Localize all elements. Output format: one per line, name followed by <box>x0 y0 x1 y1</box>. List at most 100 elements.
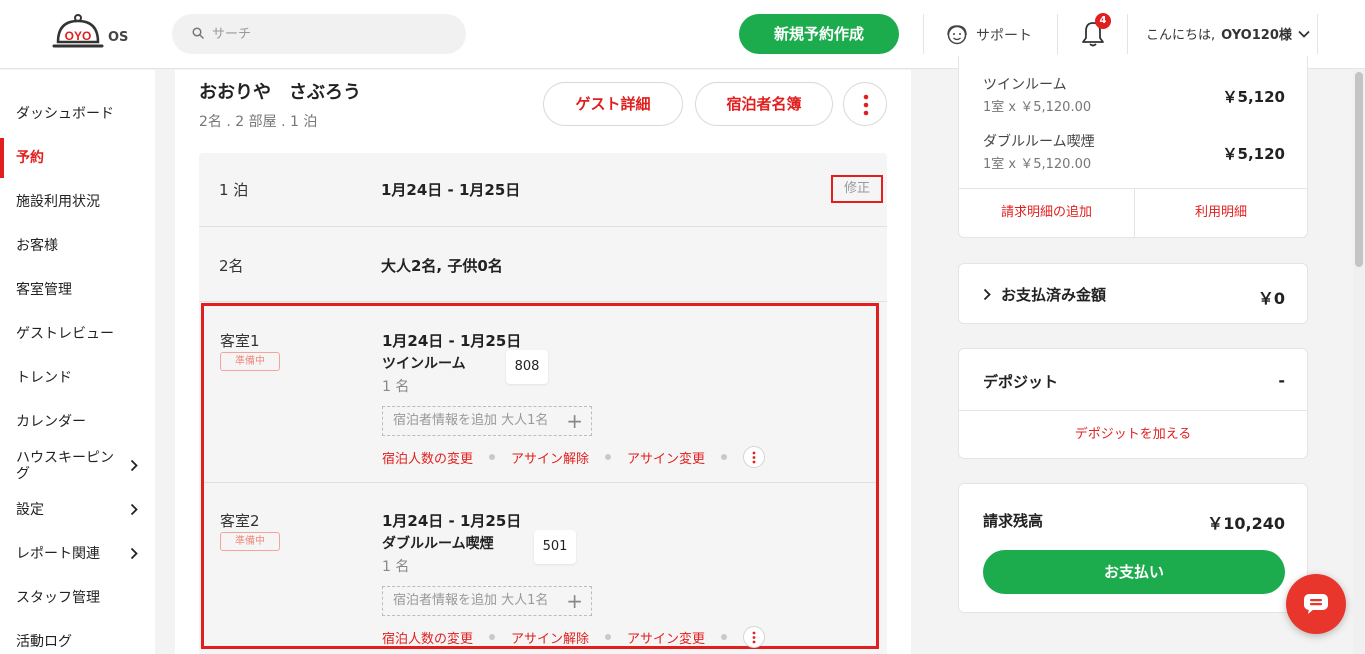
sidebar: ダッシュボード 予約 施設利用状況 お客様 客室管理 ゲストレビュー トレンド … <box>0 70 155 654</box>
sidebar-item-label: ゲストレビュー <box>16 326 114 342</box>
room-label: 客室2 <box>220 512 260 530</box>
room-more-button[interactable] <box>743 446 766 468</box>
charges-card: ツインルーム 1室 x ￥5,120.00 ￥5,120 ダブルルーム喫煙 1室… <box>958 56 1308 238</box>
unassign-link[interactable]: アサイン解除 <box>511 448 589 467</box>
change-guest-count-link[interactable]: 宿泊人数の変更 <box>382 628 473 647</box>
chevron-right-icon <box>130 459 138 472</box>
booking-panel: 1 泊 1月24日 - 1月25日 修正 2名 大人2名, 子供0名 客室1 準… <box>199 153 887 654</box>
sidebar-item-customers[interactable]: お客様 <box>0 224 155 268</box>
room-number[interactable]: 808 <box>506 350 548 384</box>
guest-detail-button[interactable]: ゲスト詳細 <box>543 82 683 126</box>
guest-name: おおりや さぶろう <box>199 82 361 103</box>
sidebar-item-staff[interactable]: スタッフ管理 <box>0 576 155 620</box>
unassign-link[interactable]: アサイン解除 <box>511 628 589 647</box>
search-input[interactable] <box>212 14 452 54</box>
pay-button[interactable]: お支払い <box>983 550 1285 594</box>
sidebar-item-label: 予約 <box>16 150 44 166</box>
room-label: 客室1 <box>220 332 260 350</box>
edit-dates-button[interactable]: 修正 <box>831 175 883 203</box>
reassign-link[interactable]: アサイン変更 <box>627 628 705 647</box>
support-link[interactable]: サポート <box>946 22 1032 48</box>
charge-name: ダブルルーム喫煙 <box>983 134 1095 150</box>
nights-label: 1 泊 <box>219 181 249 199</box>
sidebar-item-settings[interactable]: 設定 <box>0 488 155 532</box>
sidebar-item-label: 施設利用状況 <box>16 194 100 210</box>
support-face-icon <box>947 25 967 45</box>
room-more-button[interactable] <box>743 626 766 648</box>
oyo-os-logo[interactable]: OYO OS <box>52 12 132 58</box>
sidebar-item-label: カレンダー <box>16 414 86 430</box>
notification-badge: 4 <box>1095 13 1111 29</box>
deposit-value: - <box>1278 371 1285 390</box>
room-type: ツインルーム <box>382 356 466 372</box>
sidebar-item-label: 客室管理 <box>16 282 72 298</box>
room-dates: 1月24日 - 1月25日 <box>382 512 522 530</box>
room-dates: 1月24日 - 1月25日 <box>382 332 522 350</box>
paid-label: お支払済み金額 <box>1001 286 1107 304</box>
reassign-link[interactable]: アサイン変更 <box>627 448 705 467</box>
balance-card: 請求残高 ￥10,240 お支払い <box>958 483 1308 613</box>
add-charge-link[interactable]: 請求明細の追加 <box>959 189 1134 237</box>
guest-register-button[interactable]: 宿泊者名簿 <box>695 82 833 126</box>
greeting-text: こんにちは, <box>1146 28 1216 43</box>
paid-amount: ￥0 <box>1257 289 1285 308</box>
sidebar-item-label: ハウスキーピング <box>16 450 114 482</box>
separator-dot <box>721 454 728 460</box>
scrollbar-thumb[interactable] <box>1355 72 1363 267</box>
usage-details-link[interactable]: 利用明細 <box>1135 189 1307 237</box>
sidebar-item-occupancy[interactable]: 施設利用状況 <box>0 180 155 224</box>
header-divider <box>1317 14 1318 54</box>
balance-amount: ￥10,240 <box>1207 514 1285 533</box>
room-type: ダブルルーム喫煙 <box>382 536 494 552</box>
paid-amount-toggle[interactable]: お支払済み金額 <box>983 284 1106 305</box>
new-booking-button[interactable]: 新規予約作成 <box>739 14 899 54</box>
sidebar-item-rooms[interactable]: 客室管理 <box>0 268 155 312</box>
deposit-label: デポジット <box>983 373 1059 391</box>
add-guest-info-button[interactable]: 宿泊者情報を追加 大人1名 + <box>382 586 592 616</box>
add-deposit-link[interactable]: デポジットを加える <box>959 411 1307 459</box>
sidebar-item-activity-log[interactable]: 活動ログ <box>0 620 155 654</box>
add-guest-info-button[interactable]: 宿泊者情報を追加 大人1名 + <box>382 406 592 436</box>
room-actions: 宿泊人数の変更 アサイン解除 アサイン変更 <box>382 446 766 468</box>
sidebar-item-label: ダッシュボード <box>16 106 114 122</box>
chat-bubble-icon <box>1304 594 1328 614</box>
guest-breakdown: 大人2名, 子供0名 <box>381 257 503 275</box>
scrollbar[interactable] <box>1353 70 1365 654</box>
sidebar-item-housekeeping[interactable]: ハウスキーピング <box>0 444 155 488</box>
notifications-button[interactable]: 4 <box>1081 13 1111 48</box>
sidebar-item-reports[interactable]: レポート関連 <box>0 532 155 576</box>
paid-amount-card[interactable]: お支払済み金額 ￥0 <box>958 263 1308 324</box>
user-menu[interactable]: こんにちは, OYO120様 <box>1146 24 1310 43</box>
status-badge: 準備中 <box>220 532 280 551</box>
charge-amount: ￥5,120 <box>1222 145 1285 163</box>
chat-button[interactable] <box>1286 574 1346 634</box>
sidebar-item-trends[interactable]: トレンド <box>0 356 155 400</box>
change-guest-count-link[interactable]: 宿泊人数の変更 <box>382 448 473 467</box>
deposit-card: デポジット - デポジットを加える <box>958 348 1308 459</box>
chevron-right-icon <box>983 288 991 301</box>
more-options-button[interactable] <box>843 82 887 126</box>
sidebar-item-dashboard[interactable]: ダッシュボード <box>0 92 155 136</box>
kebab-menu-icon <box>752 631 756 644</box>
kebab-menu-icon <box>863 94 869 116</box>
booking-summary: 2名 . 2 部屋 . 1 泊 <box>199 114 318 130</box>
room-number[interactable]: 501 <box>534 530 576 564</box>
header-divider <box>923 14 924 54</box>
balance-label: 請求残高 <box>983 512 1044 530</box>
room-occupancy: 1 名 <box>382 379 410 395</box>
separator-dot <box>605 454 612 460</box>
search-bar[interactable] <box>172 14 466 54</box>
add-guest-label: 宿泊者情報を追加 大人1名 <box>393 593 549 608</box>
sidebar-item-reviews[interactable]: ゲストレビュー <box>0 312 155 356</box>
separator-dot <box>489 634 496 640</box>
user-name: OYO120様 <box>1221 28 1292 43</box>
sidebar-item-label: レポート関連 <box>16 546 100 562</box>
sidebar-item-label: トレンド <box>16 370 72 386</box>
sidebar-item-calendar[interactable]: カレンダー <box>0 400 155 444</box>
logo-suffix: OS <box>108 30 129 45</box>
search-icon <box>192 27 204 39</box>
charge-detail: 1室 x ￥5,120.00 <box>983 100 1092 115</box>
sidebar-item-bookings[interactable]: 予約 <box>0 136 155 180</box>
logo-text: OYO <box>65 29 92 43</box>
stay-dates-row: 1 泊 1月24日 - 1月25日 修正 <box>199 153 887 227</box>
